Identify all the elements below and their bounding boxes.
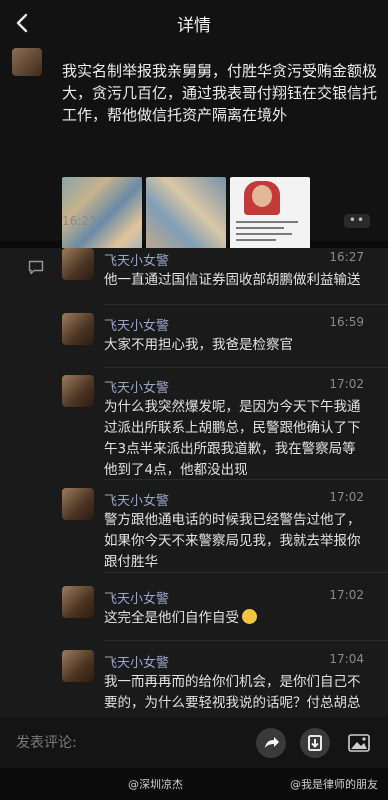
- comment-time: 16:27: [329, 250, 364, 264]
- page-title: 详情: [177, 15, 211, 36]
- commenter-avatar[interactable]: [62, 488, 94, 520]
- comment-time: 17:02: [329, 588, 364, 602]
- commenter-avatar[interactable]: [62, 375, 94, 407]
- comment-text: 这完全是他们自作自受: [104, 608, 368, 629]
- commenter-avatar[interactable]: [62, 248, 94, 280]
- watermark-right: @我是律师的朋友: [290, 778, 378, 791]
- comment-text: 大家不用担心我，我爸是检察官: [104, 337, 293, 353]
- commenter-avatar[interactable]: [62, 313, 94, 345]
- download-icon: [308, 735, 322, 751]
- comment-section: 飞天小女警 16:27 他一直通过国信证券固收部胡鹏做利益输送 飞天小女警 16…: [0, 248, 388, 718]
- comment-text-content: 这完全是他们自作自受: [104, 610, 239, 626]
- share-button[interactable]: [256, 728, 286, 758]
- divider: [104, 479, 388, 480]
- main-post: 我实名制举报我亲舅舅，付胜华贪污受贿金额极大，贪污几百亿，通过我表哥付翔钰在交银…: [0, 46, 388, 252]
- comment-input[interactable]: 发表评论:: [16, 732, 77, 752]
- share-icon: [265, 737, 279, 748]
- divider: [104, 572, 388, 573]
- commenter-avatar[interactable]: [62, 650, 94, 682]
- comment-icon: [28, 260, 44, 275]
- doc-line: [236, 239, 276, 241]
- post-text: 我实名制举报我亲舅舅，付胜华贪污受贿金额极大，贪污几百亿，通过我表哥付翔钰在交银…: [62, 62, 378, 124]
- comment-text: 为什么我突然爆发呢，是因为今天下午我通过派出所联系上胡鹏总，民警跟他确认了下午3…: [104, 399, 361, 478]
- comment-text: 我一而再再而的给你们机会，是你们自己不要的，为什么要轻视我说的话呢？付总胡总: [104, 674, 361, 711]
- doc-line: [236, 233, 292, 235]
- poster-avatar[interactable]: [12, 48, 42, 76]
- comment-time: 17:04: [329, 652, 364, 666]
- image-button[interactable]: [344, 728, 374, 758]
- commenter-name[interactable]: 飞天小女警: [104, 588, 169, 607]
- image-icon: [348, 734, 370, 752]
- post-image-2[interactable]: [146, 177, 226, 252]
- comment-input-bar: 发表评论:: [0, 718, 388, 768]
- post-image-3[interactable]: [230, 177, 310, 252]
- commenter-name[interactable]: 飞天小女警: [104, 250, 169, 269]
- post-time: 16:23: [62, 214, 97, 228]
- commenter-avatar[interactable]: [62, 586, 94, 618]
- commenter-name[interactable]: 飞天小女警: [104, 490, 169, 509]
- commenter-name[interactable]: 飞天小女警: [104, 315, 169, 334]
- divider: [104, 304, 388, 305]
- doc-line: [236, 227, 284, 229]
- comment-text: 他一直通过国信证券固收部胡鹏做利益输送: [104, 272, 361, 288]
- commenter-name[interactable]: 飞天小女警: [104, 377, 169, 396]
- comment-time: 17:02: [329, 490, 364, 504]
- doc-line: [236, 221, 298, 223]
- comment-text: 警方跟他通电话的时候我已经警告过他了，如果你今天不来警察局见我，我就去举报你跟付…: [104, 512, 361, 570]
- portrait-face-shape: [252, 185, 272, 207]
- back-arrow-icon[interactable]: [8, 8, 38, 38]
- divider: [104, 640, 388, 641]
- watermark-left: @深圳凉杰: [128, 778, 183, 791]
- save-button[interactable]: [300, 728, 330, 758]
- top-bar: 详情: [0, 0, 388, 46]
- comment-time: 16:59: [329, 315, 364, 329]
- divider: [104, 367, 388, 368]
- smiling-emoji-icon: [242, 609, 257, 624]
- comment-time: 17:02: [329, 377, 364, 391]
- watermark-strip: @深圳凉杰 @我是律师的朋友: [0, 768, 388, 800]
- commenter-name[interactable]: 飞天小女警: [104, 652, 169, 671]
- more-options-button[interactable]: ••: [344, 214, 370, 228]
